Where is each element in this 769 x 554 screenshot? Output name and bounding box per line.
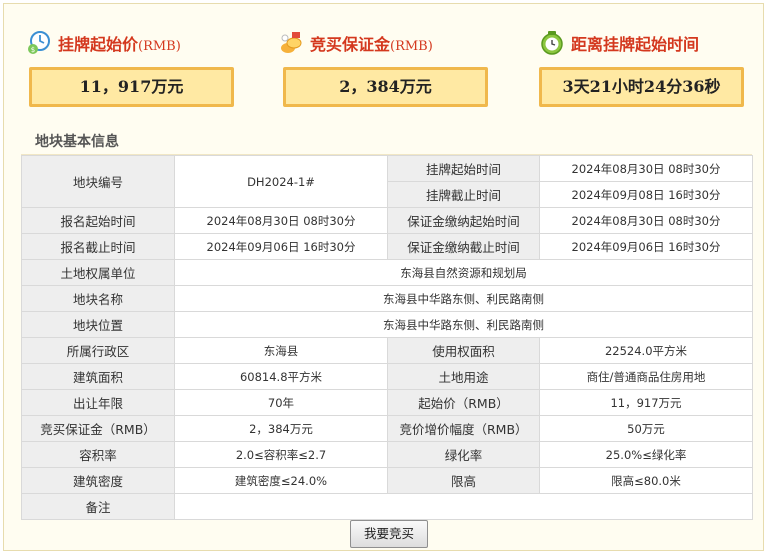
deposit-label: 竞买保证金（RMB）	[21, 415, 175, 442]
density-label: 建筑密度	[21, 467, 175, 494]
deposit-header: 竞买保证金(RMB)	[278, 28, 433, 58]
parcel-no-label: 地块编号	[21, 155, 175, 208]
countdown-value: 3天21小时24分36秒	[539, 67, 744, 107]
height-value: 限高≤80.0米	[539, 467, 753, 494]
far-label: 容积率	[21, 441, 175, 468]
far-value: 2.0≤容积率≤2.7	[174, 441, 388, 468]
deposit-end-label: 保证金缴纳截止时间	[387, 233, 540, 260]
name-value: 东海县中华路东侧、利民路南侧	[174, 285, 753, 312]
increment-value: 50万元	[539, 415, 753, 442]
increment-label: 竞价增价幅度（RMB）	[387, 415, 540, 442]
table-row: 建筑面积 60814.8平方米 土地用途 商住/普通商品住房用地	[21, 363, 753, 390]
owner-label: 土地权属单位	[21, 259, 175, 286]
density-value: 建筑密度≤24.0%	[174, 467, 388, 494]
table-row: 竞买保证金（RMB） 2，384万元 竞价增价幅度（RMB） 50万元	[21, 415, 753, 442]
term-value: 70年	[174, 389, 388, 416]
clock-icon	[541, 31, 563, 55]
start-price-header: $ 挂牌起始价(RMB)	[26, 28, 181, 58]
land-use-value: 商住/普通商品住房用地	[539, 363, 753, 390]
start-price-title: 挂牌起始价(RMB)	[58, 35, 181, 54]
summary-area: $ 挂牌起始价(RMB) 11，917万元 竞买保证金(RMB) 2，384万元	[4, 4, 763, 124]
name-label: 地块名称	[21, 285, 175, 312]
term-label: 出让年限	[21, 389, 175, 416]
reg-start-value: 2024年08月30日 08时30分	[174, 207, 388, 234]
bid-button[interactable]: 我要竞买	[350, 520, 428, 548]
table-row: 土地权属单位 东海县自然资源和规划局	[21, 259, 753, 286]
location-value: 东海县中华路东侧、利民路南侧	[174, 311, 753, 338]
deposit-start-label: 保证金缴纳起始时间	[387, 207, 540, 234]
listing-end-label: 挂牌截止时间	[387, 181, 540, 208]
deposit-cell: 2，384万元	[174, 415, 388, 442]
reg-end-value: 2024年09月06日 16时30分	[174, 233, 388, 260]
table-row: 出让年限 70年 起始价（RMB） 11，917万元	[21, 389, 753, 416]
start-price-cell: 11，917万元	[539, 389, 753, 416]
countdown-title: 距离挂牌起始时间	[571, 35, 700, 54]
green-value: 25.0%≤绿化率	[539, 441, 753, 468]
parcel-no-value: DH2024-1#	[174, 155, 388, 208]
listing-start-value: 2024年08月30日 08时30分	[539, 155, 753, 182]
use-area-label: 使用权面积	[387, 337, 540, 364]
table-row: 容积率 2.0≤容积率≤2.7 绿化率 25.0%≤绿化率	[21, 441, 753, 468]
district-value: 东海县	[174, 337, 388, 364]
deposit-title: 竞买保证金(RMB)	[310, 35, 433, 54]
owner-value: 东海县自然资源和规划局	[174, 259, 753, 286]
countdown-header: 距离挂牌起始时间	[539, 28, 699, 58]
reg-end-label: 报名截止时间	[21, 233, 175, 260]
table-row: 地块位置 东海县中华路东侧、利民路南侧	[21, 311, 753, 338]
coins-icon	[281, 32, 302, 53]
height-label: 限高	[387, 467, 540, 494]
build-area-value: 60814.8平方米	[174, 363, 388, 390]
build-area-label: 建筑面积	[21, 363, 175, 390]
money-icon: $	[28, 31, 50, 54]
land-use-label: 土地用途	[387, 363, 540, 390]
district-label: 所属行政区	[21, 337, 175, 364]
start-price-label: 起始价（RMB）	[387, 389, 540, 416]
table-row: 地块名称 东海县中华路东侧、利民路南侧	[21, 285, 753, 312]
auction-panel: $ 挂牌起始价(RMB) 11，917万元 竞买保证金(RMB) 2，384万元	[3, 3, 764, 551]
listing-start-label: 挂牌起始时间	[387, 155, 540, 182]
deposit-end-value: 2024年09月06日 16时30分	[539, 233, 753, 260]
table-row: 报名起始时间 2024年08月30日 08时30分 保证金缴纳起始时间 2024…	[21, 207, 753, 234]
deposit-value: 2，384万元	[283, 67, 488, 107]
listing-end-value: 2024年09月08日 16时30分	[539, 181, 753, 208]
table-row: 地块编号 DH2024-1# 挂牌起始时间 2024年08月30日 08时30分	[21, 155, 753, 208]
start-price-value: 11，917万元	[29, 67, 234, 107]
parcel-info-table: 地块编号 DH2024-1# 挂牌起始时间 2024年08月30日 08时30分…	[21, 155, 753, 520]
table-row: 建筑密度 建筑密度≤24.0% 限高 限高≤80.0米	[21, 467, 753, 494]
deposit-start-value: 2024年08月30日 08时30分	[539, 207, 753, 234]
reg-start-label: 报名起始时间	[21, 207, 175, 234]
table-row: 所属行政区 东海县 使用权面积 22524.0平方米	[21, 337, 753, 364]
remark-value	[174, 493, 753, 520]
svg-text:$: $	[31, 46, 35, 54]
section-title: 地块基本信息	[35, 134, 119, 150]
table-row: 报名截止时间 2024年09月06日 16时30分 保证金缴纳截止时间 2024…	[21, 233, 753, 260]
use-area-value: 22524.0平方米	[539, 337, 753, 364]
green-label: 绿化率	[387, 441, 540, 468]
table-row: 备注	[21, 493, 753, 520]
remark-label: 备注	[21, 493, 175, 520]
location-label: 地块位置	[21, 311, 175, 338]
